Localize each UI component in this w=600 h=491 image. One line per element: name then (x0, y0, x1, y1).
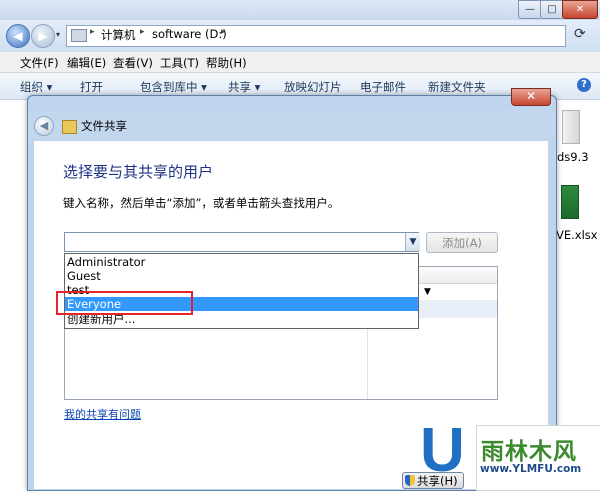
share-folder-icon (62, 120, 77, 134)
dropdown-item-guest[interactable]: Guest (67, 269, 101, 283)
combo-dropdown-arrow-icon[interactable]: ▼ (405, 233, 420, 251)
help-icon[interactable]: ? (577, 78, 591, 92)
file-name[interactable]: ds9.3 (557, 150, 589, 164)
toolbar-new-folder[interactable]: 新建文件夹 (428, 79, 486, 95)
menu-edit[interactable]: 编辑(E) (67, 55, 106, 71)
annotation-highlight-box (56, 291, 193, 315)
dialog-back-icon[interactable]: ◀ (34, 116, 54, 136)
menu-file[interactable]: 文件(F) (20, 55, 59, 71)
dropdown-item-administrator[interactable]: Administrator (67, 255, 145, 269)
back-icon[interactable]: ◀ (6, 24, 30, 48)
toolbar-open[interactable]: 打开 (80, 79, 103, 95)
menu-tools[interactable]: 工具(T) (160, 55, 199, 71)
address-segment-drive[interactable]: software (D:) (152, 27, 227, 41)
toolbar-organize[interactable]: 组织 ▾ (20, 79, 52, 95)
toolbar-slideshow[interactable]: 放映幻灯片 (284, 79, 342, 95)
dialog-title: 文件共享 (81, 119, 127, 133)
watermark-text: 雨林木风 (481, 439, 577, 465)
minimize-button[interactable]: — (518, 0, 542, 19)
address-separator: ▸ (90, 27, 95, 37)
explorer-title-bar (0, 0, 600, 20)
watermark-logo-letter: U (420, 416, 465, 485)
dialog-close-button[interactable]: ✕ (511, 88, 551, 106)
address-separator: ▸ (221, 27, 226, 37)
toolbar-email[interactable]: 电子邮件 (360, 79, 406, 95)
address-segment-computer[interactable]: 计算机 (101, 27, 136, 43)
add-button[interactable]: 添加(A) (426, 232, 498, 253)
user-name-combobox[interactable] (64, 232, 419, 252)
recent-pages-chevron-icon[interactable]: ▾ (56, 30, 60, 39)
menu-view[interactable]: 查看(V) (113, 55, 153, 71)
file-icon[interactable] (562, 110, 580, 144)
toolbar-share[interactable]: 共享 ▾ (228, 79, 260, 95)
sharing-help-link[interactable]: 我的共享有问题 (64, 406, 141, 422)
maximize-button[interactable]: □ (540, 0, 564, 19)
permission-dropdown-arrow-icon[interactable]: ▼ (424, 287, 431, 297)
address-separator: ▸ (140, 27, 145, 37)
forward-icon[interactable]: ▶ (31, 24, 55, 48)
computer-icon (71, 29, 87, 42)
refresh-icon[interactable]: ⟳ (574, 26, 586, 42)
dialog-instruction: 键入名称，然后单击“添加”，或者单击箭头查找用户。 (63, 196, 340, 210)
toolbar-include-in-library[interactable]: 包含到库中 ▾ (140, 79, 207, 95)
menu-help[interactable]: 帮助(H) (206, 55, 247, 71)
watermark-url: www.YLMFU.com (480, 463, 582, 475)
excel-file-icon[interactable] (561, 185, 579, 219)
close-button[interactable]: ✕ (562, 0, 598, 19)
uac-shield-icon (405, 475, 415, 486)
file-name[interactable]: VE.xlsx (556, 228, 598, 242)
dialog-heading: 选择要与其共享的用户 (63, 163, 214, 181)
